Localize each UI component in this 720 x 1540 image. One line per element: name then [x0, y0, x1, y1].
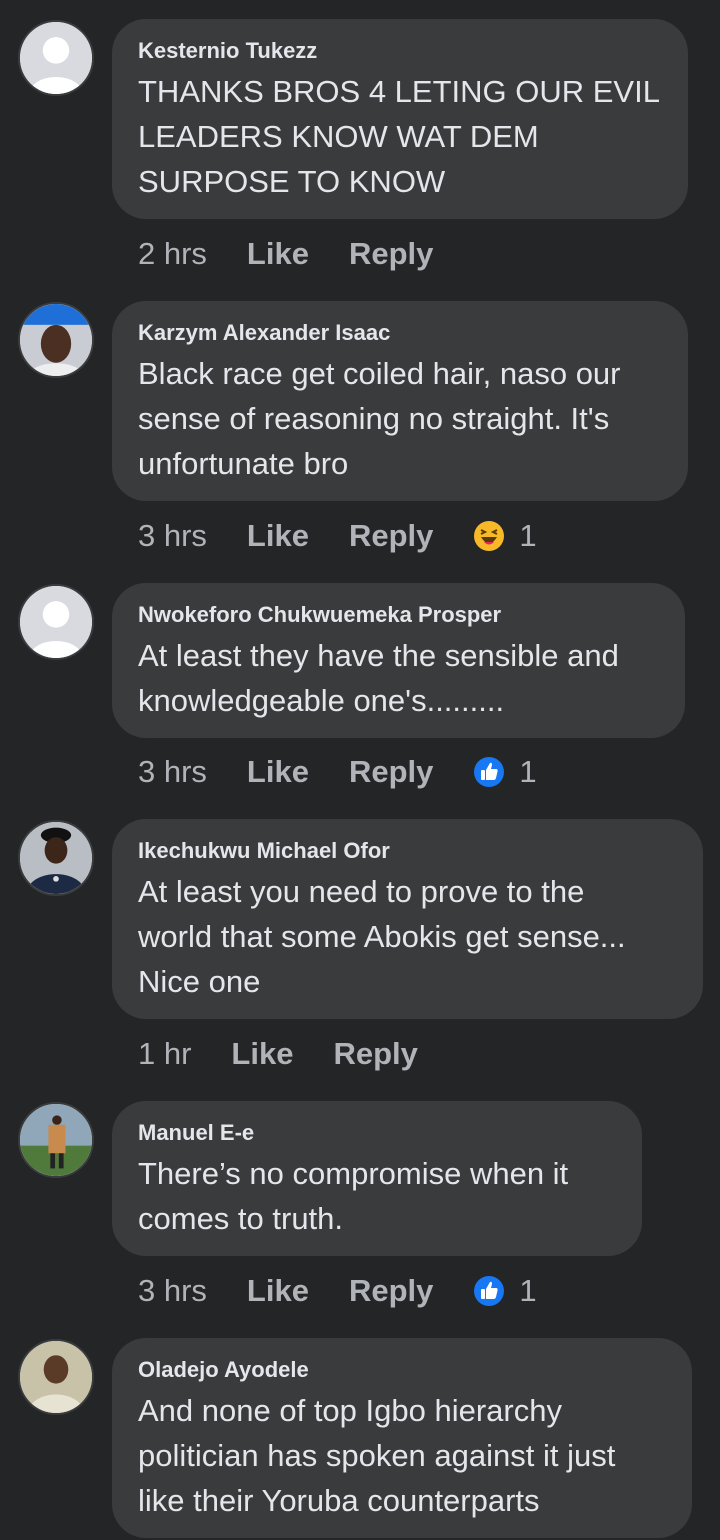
reply-button[interactable]: Reply [349, 754, 433, 790]
comment-time[interactable]: 3 hrs [138, 518, 207, 554]
comment-author[interactable]: Kesternio Tukezz [138, 37, 662, 65]
comment-text: At least they have the sensible and know… [138, 638, 619, 718]
comment-bubble: Karzym Alexander Isaac Black race get co… [112, 301, 688, 501]
profile-photo-icon [20, 304, 92, 376]
reply-button[interactable]: Reply [333, 1036, 417, 1072]
comment-actions: 2 hrs Like Reply [138, 234, 473, 274]
like-button[interactable]: Like [247, 236, 309, 272]
profile-photo-icon [20, 1104, 92, 1176]
comment-bubble: Ikechukwu Michael Ofor At least you need… [112, 819, 703, 1019]
comment-actions: 3 hrs Like Reply 1 [138, 516, 537, 556]
comment-time[interactable]: 3 hrs [138, 1273, 207, 1309]
default-avatar-icon [20, 586, 92, 658]
reply-button[interactable]: Reply [349, 236, 433, 272]
comment-author[interactable]: Nwokeforo Chukwuemeka Prosper [138, 601, 659, 629]
avatar[interactable] [18, 302, 94, 378]
haha-icon [474, 521, 505, 551]
comment-bubble: Kesternio Tukezz THANKS BROS 4 LETING OU… [112, 19, 688, 219]
reaction-summary[interactable]: 1 [473, 518, 537, 554]
avatar[interactable] [18, 584, 94, 660]
comment-text: At least you need to prove to the world … [138, 874, 626, 999]
comment-bubble: Oladejo Ayodele And none of top Igbo hie… [112, 1338, 692, 1538]
default-avatar-icon [20, 22, 92, 94]
comment-author[interactable]: Manuel E-e [138, 1119, 616, 1147]
profile-photo-icon [20, 822, 92, 894]
like-button[interactable]: Like [247, 518, 309, 554]
avatar[interactable] [18, 1339, 94, 1415]
like-reaction-icon [474, 757, 505, 787]
reaction-summary[interactable]: 1 [473, 1273, 537, 1309]
reaction-count: 1 [519, 754, 537, 789]
reply-button[interactable]: Reply [349, 1273, 433, 1309]
comment-time[interactable]: 1 hr [138, 1036, 191, 1072]
comment-text: Black race get coiled hair, naso our sen… [138, 356, 621, 481]
like-reaction-icon [474, 1276, 505, 1306]
avatar[interactable] [18, 820, 94, 896]
like-button[interactable]: Like [247, 754, 309, 790]
comment-text: And none of top Igbo hierarchy politicia… [138, 1393, 616, 1518]
comment-text: There’s no compromise when it comes to t… [138, 1156, 569, 1236]
reaction-count: 1 [519, 518, 537, 553]
reply-button[interactable]: Reply [349, 518, 433, 554]
reaction-summary[interactable]: 1 [473, 754, 537, 790]
avatar[interactable] [18, 20, 94, 96]
comment-bubble: Nwokeforo Chukwuemeka Prosper At least t… [112, 583, 685, 738]
comment-actions: 3 hrs Like Reply 1 [138, 752, 537, 792]
like-button[interactable]: Like [247, 1273, 309, 1309]
comment-bubble: Manuel E-e There’s no compromise when it… [112, 1101, 642, 1256]
comment-time[interactable]: 3 hrs [138, 754, 207, 790]
like-button[interactable]: Like [231, 1036, 293, 1072]
profile-photo-icon [20, 1341, 92, 1413]
reaction-count: 1 [519, 1273, 537, 1308]
comment-actions: 1 hr Like Reply [138, 1034, 458, 1074]
comment-text: THANKS BROS 4 LETING OUR EVIL LEADERS KN… [138, 74, 660, 199]
comment-author[interactable]: Ikechukwu Michael Ofor [138, 837, 677, 865]
avatar[interactable] [18, 1102, 94, 1178]
comment-author[interactable]: Karzym Alexander Isaac [138, 319, 662, 347]
comment-time[interactable]: 2 hrs [138, 236, 207, 272]
comment-actions: 3 hrs Like Reply 1 [138, 1271, 537, 1311]
comment-author[interactable]: Oladejo Ayodele [138, 1356, 666, 1384]
